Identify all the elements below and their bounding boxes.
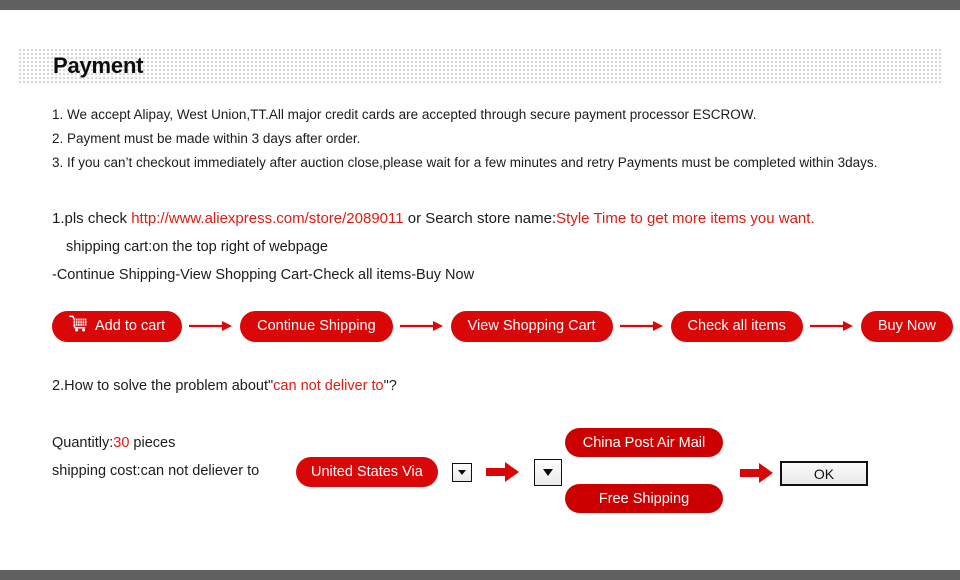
shopping-cart-icon: [69, 315, 88, 336]
shipping-cost-label: shipping cost:can not deliever to: [52, 463, 260, 479]
instruction-middle: or Search store name:: [403, 210, 557, 227]
deliver-question-prefix: 2.How to solve the problem about": [52, 378, 274, 394]
top-rail-bar: [0, 0, 960, 10]
quantity-unit: pieces: [129, 435, 176, 451]
add-to-cart-label: Add to cart: [95, 318, 166, 334]
bottom-rail-bar: [0, 570, 960, 580]
shipping-option-free-shipping[interactable]: Free Shipping: [565, 484, 723, 513]
quantity-label: Quantitly:: [52, 435, 114, 451]
view-shopping-cart-button[interactable]: View Shopping Cart: [450, 310, 613, 342]
continue-shipping-label: Continue Shipping: [257, 318, 376, 334]
instruction-shipping-cart-hint: shipping cart:on the top right of webpag…: [66, 239, 328, 255]
view-shopping-cart-label: View Shopping Cart: [467, 318, 596, 334]
instruction-prefix: 1.pls check: [52, 210, 132, 227]
buy-now-label: Buy Now: [877, 318, 936, 334]
quantity-line: Quantitly:30 pieces: [52, 434, 175, 452]
selector-arrow-icon: [485, 461, 520, 483]
shipping-method-dropdown-toggle[interactable]: [533, 458, 562, 486]
store-name-cta: Style Time to get more items you want.: [556, 210, 815, 227]
shipping-option-label: Free Shipping: [598, 490, 690, 507]
shipping-option-label: China Post Air Mail: [582, 434, 706, 451]
quantity-value: 30: [113, 435, 130, 451]
continue-shipping-button[interactable]: Continue Shipping: [240, 310, 393, 342]
ok-button-label: OK: [813, 465, 835, 482]
terms-line-3: 3. If you can’t checkout immediately aft…: [52, 155, 878, 170]
ok-arrow-icon: [740, 462, 774, 489]
shipping-selector-row: United States Via: [296, 456, 562, 488]
deliver-question-suffix: "?: [383, 378, 397, 394]
terms-line-1: 1. We accept Alipay, West Union,TT.All m…: [52, 107, 757, 122]
country-dropdown-toggle[interactable]: [451, 462, 472, 482]
terms-line-2: 2. Payment must be made within 3 days af…: [52, 131, 361, 146]
check-all-items-label: Check all items: [687, 318, 786, 334]
flow-arrow-2-icon: [399, 319, 444, 333]
flow-arrow-3-icon: [619, 319, 664, 333]
shipping-option-china-post[interactable]: China Post Air Mail: [565, 428, 723, 457]
country-pill[interactable]: United States Via: [296, 457, 438, 487]
instruction-flow-path: -Continue Shipping-View Shopping Cart-Ch…: [52, 267, 475, 283]
flow-arrow-1-icon: [189, 319, 233, 333]
deliver-question-highlight: can not deliver to: [273, 378, 384, 394]
page-title: Payment: [53, 53, 144, 78]
instruction-store-line: 1.pls check http://www.aliexpress.com/st…: [52, 210, 815, 228]
add-to-cart-button[interactable]: Add to cart: [52, 310, 183, 342]
ok-button[interactable]: OK: [780, 461, 868, 486]
shipping-options-stack: China Post Air Mail Free Shipping: [565, 428, 723, 513]
buy-now-button[interactable]: Buy Now: [860, 310, 953, 342]
checkout-flow-row: Add to cart Continue Shipping View Shopp…: [52, 310, 953, 342]
page-header-band: [18, 48, 943, 84]
deliver-question-line: 2.How to solve the problem about"can not…: [52, 377, 397, 395]
chevron-down-icon: [457, 469, 466, 475]
country-pill-label: United States Via: [311, 464, 423, 480]
flow-arrow-4-icon: [809, 319, 854, 333]
check-all-items-button[interactable]: Check all items: [670, 310, 803, 342]
chevron-down-icon: [542, 468, 553, 476]
store-url-link[interactable]: http://www.aliexpress.com/store/2089011: [131, 210, 403, 227]
